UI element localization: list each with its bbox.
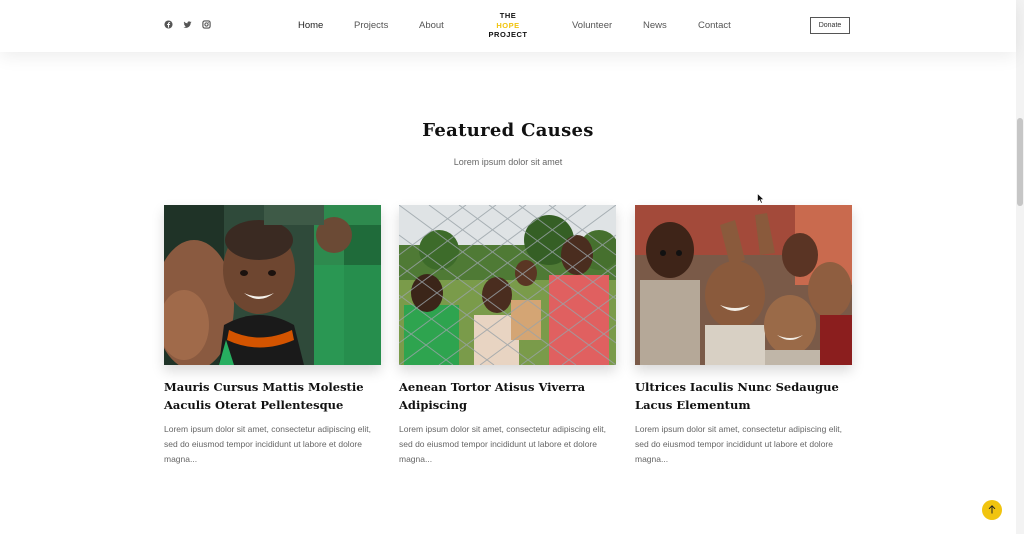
logo-line-3: PROJECT: [488, 30, 528, 39]
site-logo[interactable]: THE HOPE PROJECT: [484, 11, 532, 40]
cause-image-boy-smiling[interactable]: [164, 205, 381, 365]
cause-card[interactable]: Ultrices Iaculis Nunc Sedaugue Lacus Ele…: [635, 205, 852, 467]
arrow-up-icon: [988, 501, 996, 519]
scroll-to-top-button[interactable]: [982, 500, 1002, 520]
cause-image-children-group-waving[interactable]: [635, 205, 852, 365]
nav-projects[interactable]: Projects: [354, 20, 388, 31]
nav-contact[interactable]: Contact: [698, 20, 731, 31]
page-scrollbar[interactable]: [1016, 0, 1024, 534]
section-title: Featured Causes: [422, 120, 594, 141]
cause-excerpt: Lorem ipsum dolor sit amet, consectetur …: [164, 424, 371, 464]
cause-excerpt: Lorem ipsum dolor sit amet, consectetur …: [399, 424, 606, 464]
logo-line-1: THE: [499, 11, 517, 20]
cause-card[interactable]: Aenean Tortor Atisus Viverra Adipiscing …: [399, 205, 616, 467]
top-navbar: Home Projects About THE HOPE PROJECT Vol…: [0, 0, 1016, 52]
nav-about[interactable]: About: [419, 20, 444, 31]
section-subtitle: Lorem ipsum dolor sit amet: [453, 157, 563, 167]
cause-title[interactable]: Mauris Cursus Mattis Molestie Aaculis Ot…: [164, 378, 381, 414]
instagram-icon[interactable]: [202, 20, 211, 29]
scrollbar-thumb[interactable]: [1017, 118, 1023, 206]
nav-home[interactable]: Home: [298, 20, 323, 31]
cause-excerpt: Lorem ipsum dolor sit amet, consectetur …: [635, 424, 842, 464]
facebook-icon[interactable]: [164, 20, 173, 29]
cause-image-children-at-fence[interactable]: [399, 205, 616, 365]
nav-news[interactable]: News: [643, 20, 667, 31]
cause-title[interactable]: Aenean Tortor Atisus Viverra Adipiscing: [399, 378, 616, 414]
cause-card[interactable]: Mauris Cursus Mattis Molestie Aaculis Ot…: [164, 205, 381, 467]
cause-title[interactable]: Ultrices Iaculis Nunc Sedaugue Lacus Ele…: [635, 378, 852, 414]
donate-button[interactable]: Donate: [810, 17, 850, 34]
social-links: [164, 20, 211, 29]
twitter-icon[interactable]: [183, 20, 192, 29]
nav-volunteer[interactable]: Volunteer: [572, 20, 612, 31]
logo-line-2: HOPE: [496, 20, 520, 30]
mouse-cursor-icon: [757, 191, 765, 209]
